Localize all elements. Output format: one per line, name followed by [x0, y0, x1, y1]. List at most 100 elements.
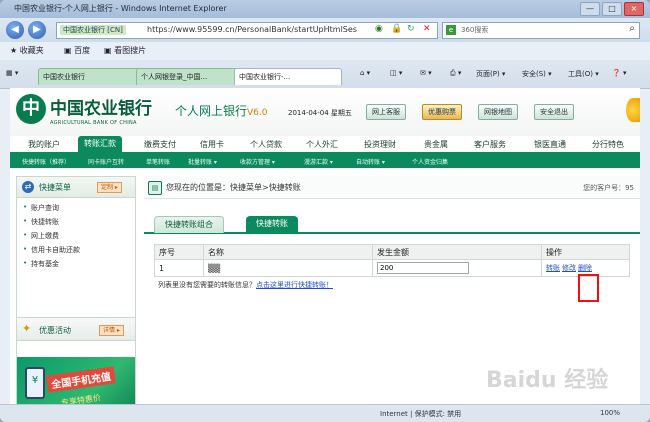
quick-tabs-icon[interactable]: ▦ ▾ [6, 69, 18, 77]
location-icon: ▤ [148, 181, 162, 195]
search-box[interactable]: e 360搜索 ⌕ [442, 22, 640, 39]
subnav-roaming[interactable]: 漫游汇款 ▾ [304, 157, 333, 166]
row-index: 1 [154, 259, 204, 277]
feeds-icon[interactable]: ◫ ▾ [390, 69, 402, 77]
address-bar-row: ◀ ▶ 中国农业银行 [CN] https://www.95599.cn/Per… [0, 18, 650, 42]
bank-name: 中国农业银行 [50, 99, 152, 119]
nav-my-account[interactable]: 我的账户 [28, 139, 60, 150]
search-input[interactable]: 360搜索 [461, 25, 488, 35]
nav-transfer[interactable]: 转账汇款 [78, 136, 122, 152]
tab-label: 中国农业银行-... [239, 73, 291, 81]
quick-menu-title: 快捷菜单 [39, 183, 71, 192]
nav-payment[interactable]: 缴费支付 [144, 139, 176, 150]
tab-abc-home[interactable]: 中国农业银行 [38, 68, 140, 85]
main-nav: 我的账户 转账汇款 缴费支付 信用卡 个人贷款 个人外汇 投资理财 贵金属 客户… [10, 136, 640, 155]
site-identity-badge[interactable]: 中国农业银行 [CN] [60, 25, 126, 35]
promotion-icon: ✦ [22, 322, 32, 335]
favorite-images[interactable]: ▣ 看图搜片 [104, 45, 146, 56]
nav-precious-metal[interactable]: 贵金属 [424, 139, 448, 150]
search-provider-icon: e [446, 25, 456, 35]
nav-investment[interactable]: 投资理财 [364, 139, 396, 150]
minimize-button[interactable]: — [580, 2, 600, 16]
quick-transfer-link[interactable]: 点击这里进行快捷转账！ [256, 281, 333, 289]
nav-customer-service[interactable]: 客户服务 [474, 139, 506, 150]
sub-nav: 快捷转账（推荐） 同卡账户互转 单笔转账 批量转账 ▾ 收款方管理 ▾ 漫游汇款… [10, 155, 640, 168]
lock-icon[interactable]: 🔒 [391, 24, 402, 34]
quick-menu-item[interactable]: 信用卡自助还款 [23, 245, 80, 255]
help-menu[interactable]: ❓ ▾ [612, 69, 626, 77]
nav-branch-special[interactable]: 分行特色 [592, 139, 624, 150]
edit-link[interactable]: 修改 [562, 264, 576, 272]
tab-quick-transfer-combo[interactable]: 快捷转账组合 [154, 216, 224, 233]
status-bar: Internet | 保护模式: 禁用 100% [0, 404, 650, 422]
stop-icon[interactable]: ✕ [423, 24, 431, 34]
favorites-button[interactable]: ★ 收藏夹 [10, 45, 44, 56]
subnav-same-card[interactable]: 同卡账户互转 [88, 157, 124, 166]
discount-ticket-button[interactable]: 优惠购票 [422, 104, 462, 120]
transfer-link[interactable]: 转账 [546, 264, 560, 272]
customize-button[interactable]: 定制 ▸ [97, 182, 122, 193]
search-icon[interactable]: ⌕ [629, 23, 635, 34]
nav-loan[interactable]: 个人贷款 [250, 139, 282, 150]
online-service-button[interactable]: 网上客服 [366, 104, 406, 120]
maximize-button[interactable]: □ [602, 2, 622, 16]
row-amount-cell [372, 259, 542, 277]
quick-menu-item[interactable]: 快捷转账 [23, 217, 59, 227]
refresh-icon[interactable]: ↻ [407, 24, 415, 34]
address-bar[interactable]: 中国农业银行 [CN] https://www.95599.cn/Persona… [56, 22, 438, 39]
tab-abc-login[interactable]: 个人网银登录_中国... [136, 68, 238, 85]
product-name: 个人网上银行 [175, 104, 248, 118]
amount-input[interactable] [377, 262, 469, 274]
col-name: 名称 [203, 244, 373, 260]
home-icon[interactable]: ⌂ ▾ [360, 69, 370, 77]
content-tabs: 快捷转账组合 快捷转账 [144, 214, 640, 234]
quick-menu-item[interactable]: 网上缴费 [23, 231, 59, 241]
page-menu[interactable]: 页面(P) ▾ [476, 69, 505, 79]
tab-label: 中国农业银行 [43, 73, 85, 81]
row-name: ▒▒ [203, 259, 373, 277]
promotions-header: ✦ 优惠活动 详情 ▸ [17, 317, 135, 341]
nav-credit-card[interactable]: 信用卡 [200, 139, 224, 150]
subnav-payee-manage[interactable]: 收款方管理 ▾ [240, 157, 275, 166]
logout-button[interactable]: 安全退出 [534, 104, 574, 120]
table-header-row: 序号 名称 发生金额 操作 [154, 244, 630, 260]
ebank-map-button[interactable]: 网银地图 [478, 104, 518, 120]
favorite-baidu-label: 百度 [74, 46, 91, 55]
quick-menu-header: ⇄ 快捷菜单 定制 ▸ [17, 177, 135, 198]
forward-icon[interactable]: ▶ [28, 21, 46, 39]
nav-hospital[interactable]: 银医直通 [534, 139, 566, 150]
favorite-baidu[interactable]: ▣ 百度 [64, 45, 90, 56]
close-button[interactable]: × [624, 2, 644, 16]
back-icon[interactable]: ◀ [6, 21, 24, 39]
delete-link[interactable]: 删除 [578, 264, 592, 272]
tab-abc-personal[interactable]: 中国农业银行-... [234, 68, 342, 85]
nav-forex[interactable]: 个人外汇 [306, 139, 338, 150]
browser-window: 中国农业银行-个人网上银行 - Windows Internet Explore… [0, 0, 650, 422]
subnav-auto-transfer[interactable]: 自动转账 ▾ [356, 157, 385, 166]
quick-menu-item[interactable]: 持有基金 [23, 259, 59, 269]
baidu-watermark: Baidu 经验 [486, 368, 609, 393]
promotions-details-button[interactable]: 详情 ▸ [99, 325, 124, 336]
favorite-images-label: 看图搜片 [114, 46, 147, 55]
favorites-label: 收藏夹 [19, 46, 44, 55]
safety-menu[interactable]: 安全(S) ▾ [522, 69, 552, 79]
col-amount: 发生金额 [372, 244, 542, 260]
customer-number: 您的客户号：95 [583, 184, 634, 192]
compat-view-icon[interactable]: ◉ [375, 24, 383, 34]
tools-menu[interactable]: 工具(O) ▾ [568, 69, 599, 79]
window-controls: — □ × [580, 2, 644, 16]
print-icon[interactable]: ⎙ ▾ [450, 69, 461, 78]
url-text[interactable]: https://www.95599.cn/PersonalBank/startU… [147, 25, 357, 34]
tab-bar: ▦ ▾ 中国农业银行 个人网银登录_中国... 中国农业银行-... ⌂ ▾ ◫… [0, 60, 650, 89]
tab-quick-transfer[interactable]: 快捷转账 [246, 216, 298, 232]
subnav-single-transfer[interactable]: 单笔转账 [146, 157, 170, 166]
bank-english-name: AGRICULTURAL BANK OF CHINA [50, 120, 137, 126]
zoom-level[interactable]: 100% [600, 409, 620, 417]
subnav-fund-collect[interactable]: 个人资金归集 [412, 157, 448, 166]
mail-icon[interactable]: ✉ ▾ [420, 69, 432, 77]
hint-text: 列表里没有您需要的转账信息？点击这里进行快捷转账！ [158, 280, 333, 290]
col-index: 序号 [154, 244, 204, 260]
subnav-quick-transfer[interactable]: 快捷转账（推荐） [22, 157, 70, 166]
subnav-batch-transfer[interactable]: 批量转账 ▾ [188, 157, 217, 166]
quick-menu-item[interactable]: 账户查询 [23, 203, 59, 213]
